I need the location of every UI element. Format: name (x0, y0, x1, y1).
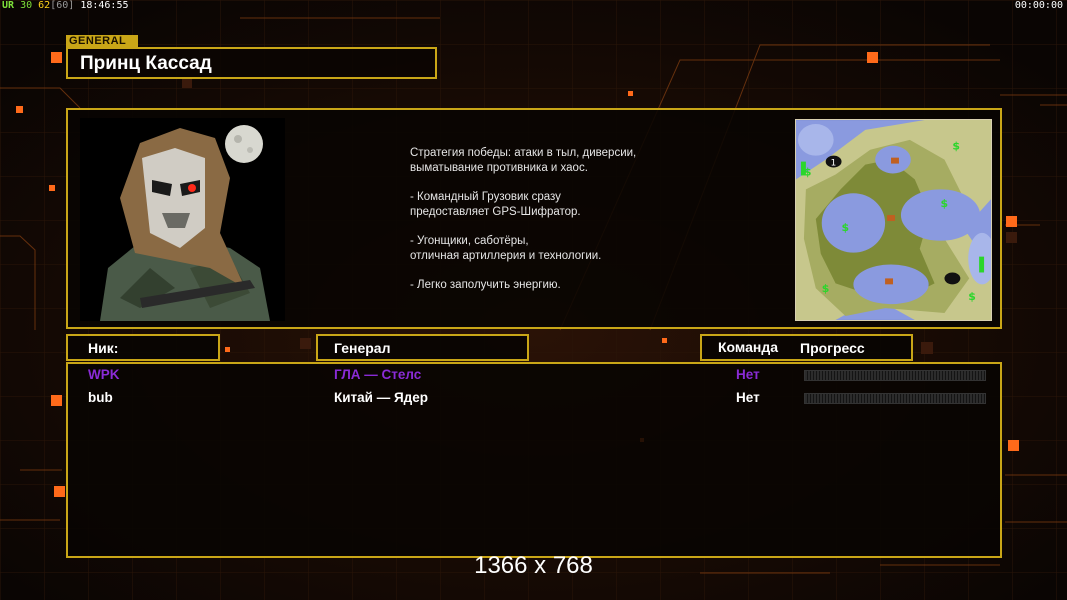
player-general: Китай — Ядер (334, 390, 428, 405)
general-portrait (80, 118, 285, 321)
strategy-line-1: Стратегия победы: атаки в тыл, диверсии,… (410, 147, 637, 174)
player-progress-bar (804, 393, 986, 404)
general-name: Принц Кассад (80, 53, 212, 74)
svg-text:$: $ (941, 197, 949, 210)
hud-fps-clock: UR 30 62[60] 18:46:55 (2, 0, 129, 11)
hud-fps-mid: 62 (38, 0, 51, 11)
hud-fps: 30 (20, 0, 33, 11)
team-header: Команда (718, 339, 778, 355)
player-team: Нет (736, 390, 760, 405)
svg-text:1: 1 (831, 159, 837, 169)
general-title-box: Принц Кассад (66, 47, 437, 79)
strategy-line-3: - Угонщики, саботёры, отличная артиллери… (410, 235, 602, 262)
nick-header: Ник: (88, 340, 119, 356)
player-team: Нет (736, 367, 760, 382)
player-progress-bar (804, 370, 986, 381)
svg-text:$: $ (822, 282, 830, 295)
map-preview: 1 $ $ $ $ $ $ (795, 119, 992, 321)
player-nick: bub (88, 390, 113, 405)
hud-fps-cap: [60] (50, 0, 75, 11)
players-list: WPK ГЛА — Стелс Нет bub Китай — Ядер Нет (66, 362, 1002, 558)
hud-prefix: UR (2, 0, 15, 11)
general-header-box: Генерал (316, 334, 529, 361)
svg-text:$: $ (842, 221, 850, 234)
nick-header-box: Ник: (66, 334, 220, 361)
progress-header: Прогресс (800, 340, 865, 356)
resolution-watermark: 1366 x 768 (474, 552, 593, 579)
svg-text:$: $ (968, 290, 976, 303)
strategy-line-4: - Легко заполучить энергию. (410, 279, 561, 291)
player-row: WPK ГЛА — Стелс Нет (68, 365, 1000, 385)
hud-timer: 00:00:00 (1014, 0, 1063, 11)
hud-clock: 18:46:55 (80, 0, 129, 11)
strategy-description: Стратегия победы: атаки в тыл, диверсии,… (410, 146, 730, 307)
player-row: bub Китай — Ядер Нет (68, 388, 1000, 408)
player-general: ГЛА — Стелс (334, 367, 422, 382)
strategy-line-2: - Командный Грузовик сразу предоставляет… (410, 191, 581, 218)
player-nick: WPK (88, 367, 120, 382)
general-header: Генерал (334, 340, 391, 356)
svg-text:$: $ (952, 140, 960, 153)
team-progress-header-box: Команда Прогресс (700, 334, 913, 361)
general-info-panel: Стратегия победы: атаки в тыл, диверсии,… (66, 108, 1002, 329)
